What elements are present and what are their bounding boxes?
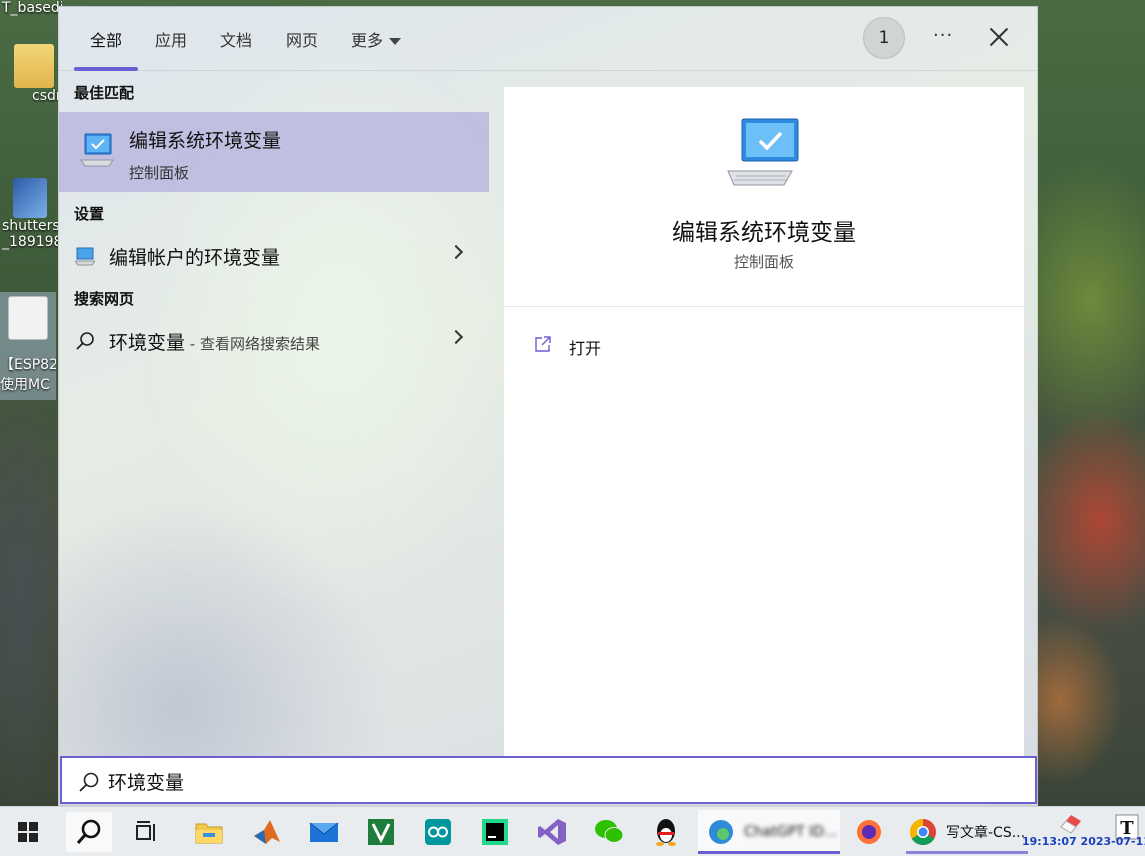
section-best-match: 最佳匹配 — [74, 84, 135, 102]
visual-studio-icon — [538, 819, 566, 845]
tab-documents[interactable]: 文档 — [220, 27, 252, 51]
taskbar-wechat-window[interactable]: ChatGPT ID... — [698, 810, 840, 854]
section-settings: 设置 — [74, 205, 105, 223]
taskbar-file-explorer[interactable] — [189, 812, 229, 852]
firefox-icon — [857, 820, 881, 844]
taskbar-vim[interactable] — [361, 812, 401, 852]
tab-web[interactable]: 网页 — [286, 27, 318, 51]
pycharm-icon — [482, 819, 508, 845]
matlab-icon — [254, 820, 280, 844]
detail-subtitle: 控制面板 — [733, 253, 794, 271]
folder-icon — [195, 823, 223, 844]
eraser-icon — [1060, 815, 1081, 834]
search-icon — [76, 332, 94, 350]
best-match-title: 编辑系统环境变量 — [129, 130, 282, 152]
detail-header: 编辑系统环境变量 控制面板 — [504, 87, 1024, 307]
tab-more[interactable]: 更多 — [351, 27, 402, 51]
vim-icon — [368, 819, 394, 845]
tab-apps[interactable]: 应用 — [155, 27, 187, 51]
arduino-icon — [425, 819, 451, 845]
chrome-icon — [909, 818, 936, 846]
taskbar-search-button[interactable] — [66, 812, 112, 852]
taskbar-wechat[interactable] — [589, 812, 629, 852]
taskbar-window-label: ChatGPT ID... — [744, 824, 838, 840]
best-match-subtitle: 控制面板 — [129, 164, 190, 182]
open-external-icon — [535, 336, 551, 352]
edge-icon — [709, 820, 733, 844]
taskbar-window-label: 写文章-CS... — [946, 825, 1026, 841]
task-view-icon — [136, 821, 155, 841]
tab-more-label: 更多 — [351, 31, 384, 50]
desktop-icon-csdn[interactable]: csdn — [6, 44, 62, 104]
windows-logo-icon — [18, 822, 38, 842]
more-options-button[interactable]: ··· — [933, 25, 953, 46]
close-icon[interactable] — [989, 27, 1009, 47]
active-window-indicator — [698, 851, 840, 854]
start-search-panel: 全部 应用 文档 网页 更多 1 ··· 最佳匹配 编辑系统环境变量 控制面板 … — [58, 6, 1039, 806]
desktop-icon-shutters[interactable]: shutters _189198 — [2, 178, 58, 250]
wechat-icon — [595, 820, 624, 843]
mail-icon — [309, 822, 339, 842]
desktop-top-label: T_basedi — [2, 0, 62, 16]
section-web-search: 搜索网页 — [74, 290, 135, 308]
monitor-check-icon — [80, 133, 114, 167]
image-file-icon — [13, 178, 47, 218]
task-view-button[interactable] — [127, 812, 167, 852]
web-result-text: 环境变量 - 查看网络搜索结果 — [109, 328, 320, 355]
web-result-label: 环境变量 — [109, 332, 186, 354]
taskbar-pycharm[interactable] — [475, 812, 515, 852]
search-icon — [76, 819, 101, 844]
web-result-item[interactable]: 环境变量 - 查看网络搜索结果 — [59, 320, 489, 360]
monitor-check-icon — [727, 118, 799, 186]
search-icon — [79, 772, 99, 792]
settings-result-item[interactable]: 编辑帐户的环境变量 — [59, 235, 489, 275]
taskbar-qq[interactable] — [646, 812, 686, 852]
search-tabs: 全部 应用 文档 网页 更多 1 ··· — [59, 7, 1039, 71]
taskbar-arduino[interactable] — [418, 812, 458, 852]
taskbar-visual-studio[interactable] — [532, 812, 572, 852]
best-match-item[interactable]: 编辑系统环境变量 控制面板 — [59, 112, 489, 192]
taskbar-matlab[interactable] — [247, 812, 287, 852]
tab-all[interactable]: 全部 — [90, 27, 122, 51]
folder-icon — [14, 44, 54, 88]
web-result-hint: - 查看网络搜索结果 — [185, 335, 320, 353]
qq-penguin-icon — [656, 819, 676, 846]
open-action-label: 打开 — [569, 339, 602, 358]
document-icon — [8, 296, 48, 340]
system-clock[interactable]: 19:13:07 2023-07-11 — [1022, 835, 1145, 848]
monitor-icon — [75, 247, 95, 266]
taskbar-firefox[interactable] — [849, 812, 889, 852]
detail-title: 编辑系统环境变量 — [672, 220, 856, 246]
settings-result-label: 编辑帐户的环境变量 — [109, 247, 281, 269]
search-input[interactable] — [108, 766, 988, 796]
taskbar-mail[interactable] — [304, 812, 344, 852]
chevron-right-icon — [448, 329, 464, 345]
desktop-icon-label-line2: _189198 — [2, 234, 58, 250]
chevron-right-icon — [448, 244, 464, 260]
desktop-icon-label: 【ESP82 — [0, 357, 56, 373]
desktop-icon-label: shutters — [2, 218, 58, 234]
rewards-badge[interactable]: 1 — [863, 17, 905, 59]
desktop-icon-esp-doc[interactable]: 【ESP82 使用MC — [0, 292, 56, 400]
active-tab-indicator — [74, 67, 138, 71]
desktop-icon-label-line2: 使用MC — [0, 377, 50, 393]
chevron-down-icon — [389, 38, 402, 45]
taskbar: ChatGPT ID... 写文章-CS... T 19:13:07 2023-… — [0, 806, 1145, 856]
window-indicator — [906, 851, 1028, 854]
taskbar-chrome-window[interactable]: 写文章-CS... — [902, 810, 1032, 854]
start-button[interactable] — [8, 812, 48, 852]
search-box[interactable] — [60, 756, 1037, 804]
result-detail-pane: 编辑系统环境变量 控制面板 打开 — [504, 87, 1024, 757]
